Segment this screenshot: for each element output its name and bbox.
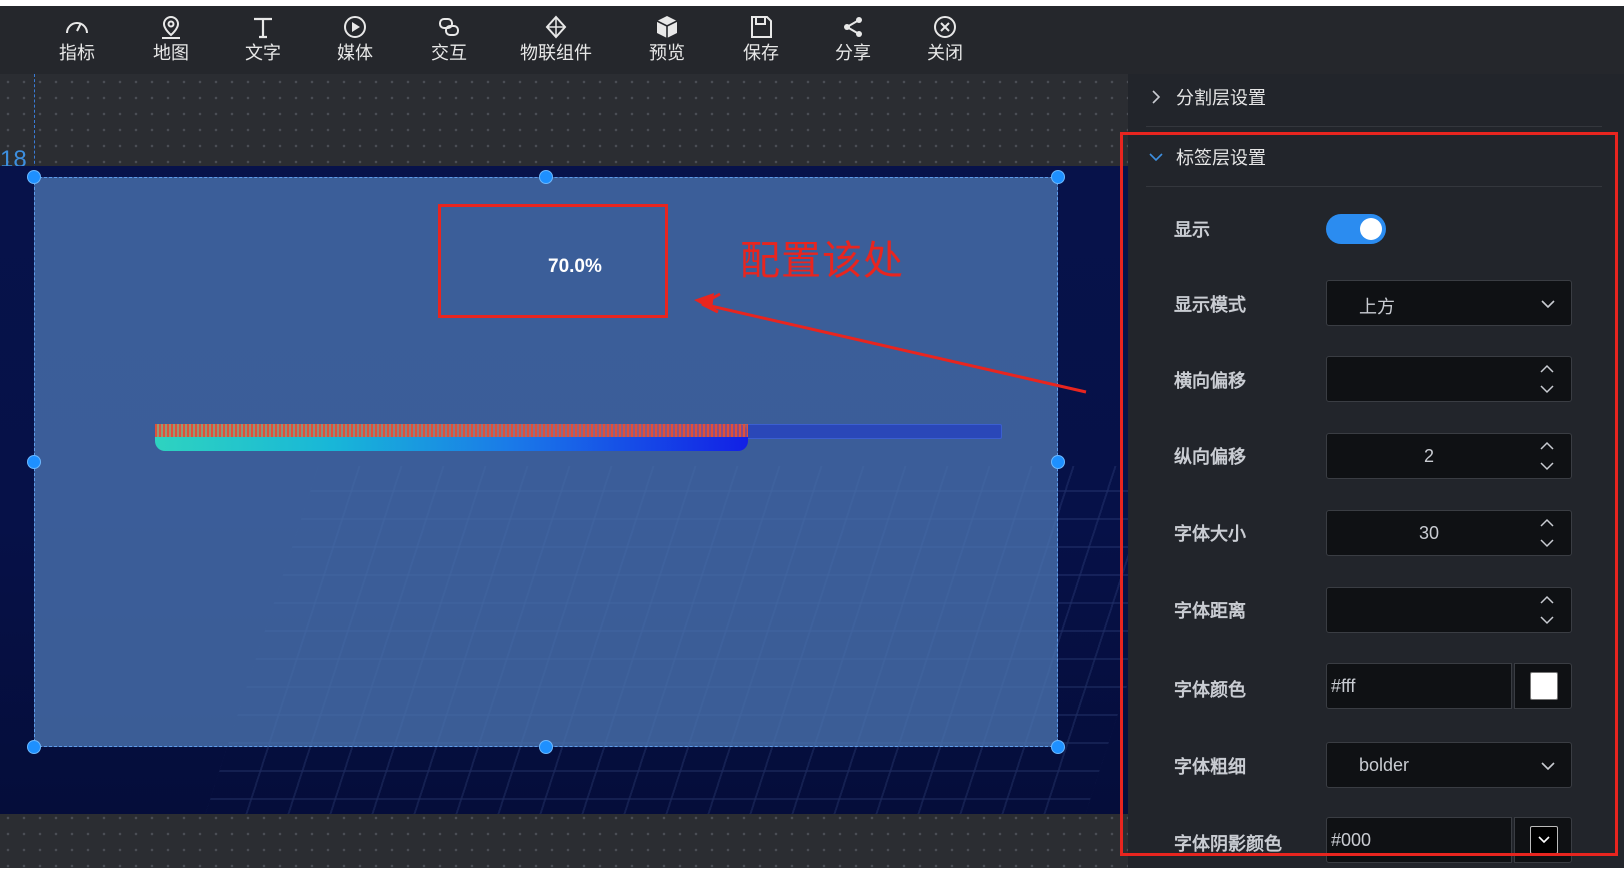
display-mode-select[interactable]: 上方	[1326, 280, 1572, 326]
font-weight-value: bolder	[1359, 755, 1410, 775]
page-bottom-edge	[0, 868, 1624, 876]
display-mode-value: 上方	[1359, 297, 1395, 317]
play-circle-icon	[344, 16, 366, 38]
spin-down-icon[interactable]	[1539, 538, 1555, 548]
chevron-down-icon	[1541, 762, 1555, 771]
spin-up-icon[interactable]	[1539, 441, 1555, 451]
cube-icon	[656, 16, 678, 38]
toolbar-map-button[interactable]: 地图	[146, 14, 196, 70]
resize-handle-bottom[interactable]	[539, 740, 553, 754]
top-toolbar: 指标 地图 文字 媒体 交互 物联组件 预览 保存 分享 关闭	[0, 6, 1624, 74]
white-color-swatch	[1530, 672, 1558, 700]
gauge-icon	[66, 22, 88, 34]
floppy-disk-icon	[751, 16, 772, 38]
spin-up-icon[interactable]	[1539, 518, 1555, 528]
section-title: 标签层设置	[1176, 148, 1266, 168]
toolbar-label: 指标	[59, 43, 95, 63]
toolbar-label: 预览	[649, 43, 685, 63]
chevron-right-icon	[1152, 90, 1161, 104]
font-size-input[interactable]: 30	[1326, 510, 1572, 556]
toolbar-save-button[interactable]: 保存	[736, 14, 786, 70]
section-divider	[1146, 186, 1602, 187]
font-color-value: #fff	[1331, 676, 1356, 696]
resize-handle-top-left[interactable]	[27, 170, 41, 184]
toolbar-label: 文字	[245, 43, 281, 63]
toolbar-media-button[interactable]: 媒体	[330, 14, 380, 70]
shadow-color-input[interactable]: #000	[1326, 817, 1512, 863]
horizontal-offset-input[interactable]	[1326, 356, 1572, 402]
toolbar-interaction-button[interactable]: 交互	[424, 14, 474, 70]
resize-handle-top-right[interactable]	[1051, 170, 1065, 184]
resize-handle-top[interactable]	[539, 170, 553, 184]
resize-handle-bottom-left[interactable]	[27, 740, 41, 754]
toolbar-label: 保存	[743, 43, 779, 63]
vertical-offset-input[interactable]: 2	[1326, 433, 1572, 479]
chain-link-icon	[439, 18, 459, 36]
share-icon	[844, 17, 862, 37]
toolbar-label: 地图	[153, 43, 189, 63]
spin-up-icon[interactable]	[1539, 364, 1555, 374]
text-icon	[254, 17, 272, 39]
font-distance-input[interactable]	[1326, 587, 1572, 633]
ruler-guide-line	[34, 74, 35, 174]
toolbar-label: 分享	[835, 43, 871, 63]
annotation-arrow-icon	[694, 292, 1087, 394]
shadow-color-label: 字体阴影颜色	[1174, 834, 1282, 854]
close-circle-icon	[934, 16, 956, 38]
toolbar-label: 媒体	[337, 43, 373, 63]
shadow-color-value: #000	[1331, 830, 1372, 850]
vertical-offset-value: 2	[1423, 446, 1434, 466]
section-header-label-layer[interactable]: 标签层设置	[1148, 129, 1598, 185]
chevron-down-icon	[1541, 300, 1555, 309]
map-pin-icon	[162, 15, 180, 39]
font-color-picker[interactable]	[1514, 663, 1572, 709]
toolbar-close-button[interactable]: 关闭	[920, 14, 970, 70]
resize-handle-right[interactable]	[1051, 455, 1065, 469]
toggle-knob	[1360, 218, 1382, 240]
section-title: 分割层设置	[1176, 88, 1266, 108]
toolbar-label: 交互	[431, 43, 467, 63]
toolbar-label: 物联组件	[520, 43, 592, 63]
toolbar-indicator-button[interactable]: 指标	[52, 14, 102, 70]
shadow-color-picker[interactable]	[1514, 817, 1572, 863]
font-size-label: 字体大小	[1174, 524, 1246, 544]
annotation-highlight-box	[438, 204, 668, 318]
spin-up-icon[interactable]	[1539, 595, 1555, 605]
font-color-input[interactable]: #fff	[1326, 663, 1512, 709]
toolbar-share-button[interactable]: 分享	[828, 14, 878, 70]
toolbar-iot-button[interactable]: 物联组件	[518, 14, 594, 70]
font-weight-label: 字体粗细	[1174, 757, 1246, 777]
font-weight-select[interactable]: bolder	[1326, 742, 1572, 788]
section-header-split-layer[interactable]: 分割层设置	[1148, 69, 1598, 125]
show-label: 显示	[1174, 220, 1210, 240]
spin-down-icon[interactable]	[1539, 461, 1555, 471]
spin-down-icon[interactable]	[1539, 615, 1555, 625]
horizontal-offset-label: 横向偏移	[1174, 371, 1246, 391]
font-size-value: 30	[1418, 523, 1440, 543]
black-color-swatch	[1530, 826, 1558, 854]
progress-fill	[155, 424, 748, 451]
show-toggle[interactable]	[1326, 214, 1386, 244]
iot-component-icon	[545, 15, 567, 39]
section-divider	[1146, 126, 1602, 127]
resize-handle-bottom-right[interactable]	[1051, 740, 1065, 754]
chevron-down-icon	[1538, 836, 1550, 844]
annotation-text: 配置该处	[740, 239, 904, 283]
font-distance-label: 字体距离	[1174, 601, 1246, 621]
progress-tick-pattern	[155, 424, 748, 437]
display-mode-label: 显示模式	[1174, 295, 1246, 315]
toolbar-preview-button[interactable]: 预览	[642, 14, 692, 70]
toolbar-label: 关闭	[927, 43, 963, 63]
spin-down-icon[interactable]	[1539, 384, 1555, 394]
chevron-down-icon	[1149, 153, 1163, 162]
toolbar-text-button[interactable]: 文字	[238, 14, 288, 70]
resize-handle-left[interactable]	[27, 455, 41, 469]
font-color-label: 字体颜色	[1174, 680, 1246, 700]
vertical-offset-label: 纵向偏移	[1174, 447, 1246, 467]
